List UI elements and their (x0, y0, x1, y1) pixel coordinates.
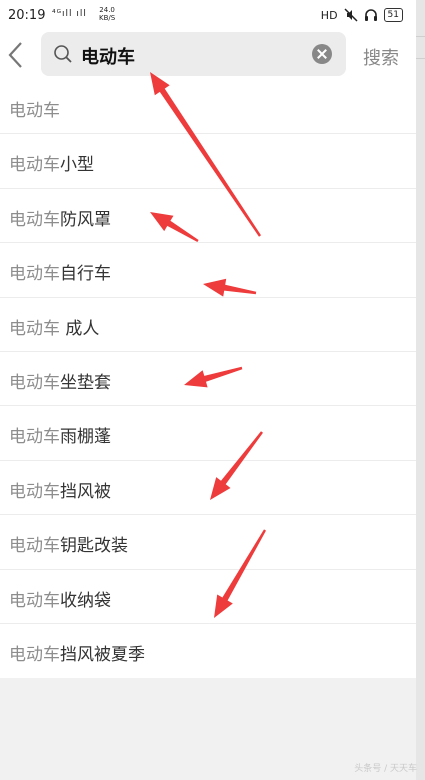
back-arrow-icon[interactable] (6, 40, 26, 70)
headphones-icon (364, 9, 377, 21)
suggestion-prefix: 电动车 (9, 264, 60, 285)
suggestion-text: 电动车收纳袋 (9, 586, 111, 611)
suggestion-suffix: 挡风被 (60, 481, 111, 502)
suggestion-text: 电动车雨棚蓬 (9, 422, 111, 447)
hd-icon: HD (320, 8, 338, 22)
suggestion-suffix: 小型 (60, 155, 94, 176)
clear-icon[interactable] (312, 44, 332, 64)
suggestion-row[interactable]: 电动车 (0, 80, 416, 135)
network-speed-unit: KB/S (99, 14, 116, 22)
suggestion-row[interactable]: 电动车收纳袋 (0, 570, 416, 624)
suggestion-text: 电动车防风罩 (9, 205, 111, 230)
suggestion-row[interactable]: 电动车坐垫套 (0, 352, 416, 407)
suggestion-text: 电动车挡风被 (9, 477, 111, 502)
suggestion-text: 电动车 (9, 96, 60, 121)
suggestion-text: 电动车挡风被夏季 (9, 640, 145, 665)
suggestion-suffix: 挡风被夏季 (60, 644, 145, 665)
suggestion-suffix: 钥匙改装 (60, 536, 128, 557)
suggestion-list: 电动车 电动车小型 电动车防风罩 电动车自行车 电动车 成人 电动车坐垫套 电动车雨棚蓬 电动… (0, 80, 416, 678)
watermark: 头条号 / 天天车 (354, 764, 417, 774)
status-time: 20:19 (8, 8, 46, 23)
scroll-segment (416, 58, 425, 79)
suggestion-text: 电动车小型 (9, 150, 94, 175)
battery-icon: 51 (383, 8, 403, 22)
suggestion-suffix: 防风罩 (60, 209, 111, 230)
suggestion-suffix: 自行车 (60, 264, 111, 285)
suggestion-suffix: 雨棚蓬 (60, 427, 111, 448)
status-icons: HD 51 (321, 8, 403, 22)
suggestion-prefix: 电动车 (9, 318, 60, 339)
suggestion-suffix: 收纳袋 (60, 590, 111, 611)
suggestion-row[interactable]: 电动车小型 (0, 134, 416, 189)
suggestion-prefix: 电动车 (9, 101, 60, 121)
suggestion-prefix: 电动车 (9, 209, 60, 230)
search-bar: 电动车 搜索 (0, 32, 416, 80)
suggestion-row[interactable]: 电动车钥匙改装 (0, 515, 416, 570)
suggestion-prefix: 电动车 (9, 590, 60, 611)
mute-icon (344, 8, 358, 22)
signal-icon: ⁴ᴳıll ıll (52, 9, 87, 19)
search-icon (54, 45, 72, 63)
suggestion-prefix: 电动车 (9, 481, 60, 502)
network-speed: 24.0 KB/S (99, 6, 115, 22)
suggestion-row[interactable]: 电动车防风罩 (0, 189, 416, 244)
suggestion-text: 电动车坐垫套 (9, 368, 111, 393)
suggestion-prefix: 电动车 (9, 644, 60, 665)
suggestion-suffix: 成人 (60, 318, 100, 339)
suggestion-prefix: 电动车 (9, 372, 60, 393)
suggestion-row[interactable]: 电动车雨棚蓬 (0, 406, 416, 461)
suggestion-suffix: 坐垫套 (60, 372, 111, 393)
suggestion-prefix: 电动车 (9, 155, 60, 176)
search-input[interactable]: 电动车 (41, 32, 346, 76)
search-button[interactable]: 搜索 (363, 44, 399, 70)
network-speed-value: 24.0 (99, 6, 115, 14)
suggestion-prefix: 电动车 (9, 427, 60, 448)
suggestion-text: 电动车自行车 (9, 259, 111, 284)
scroll-segment (416, 36, 425, 57)
suggestion-row[interactable]: 电动车挡风被夏季 (0, 624, 416, 678)
suggestion-row[interactable]: 电动车挡风被 (0, 461, 416, 516)
status-bar: 20:19 ⁴ᴳıll ıll 24.0 KB/S HD 51 (0, 0, 425, 32)
suggestion-prefix: 电动车 (9, 536, 60, 557)
suggestion-row[interactable]: 电动车 成人 (0, 298, 416, 352)
suggestion-row[interactable]: 电动车自行车 (0, 243, 416, 298)
scrollbar-track (416, 0, 425, 780)
search-query[interactable]: 电动车 (81, 43, 135, 69)
suggestion-text: 电动车钥匙改装 (9, 531, 128, 556)
suggestion-text: 电动车 成人 (9, 314, 99, 339)
